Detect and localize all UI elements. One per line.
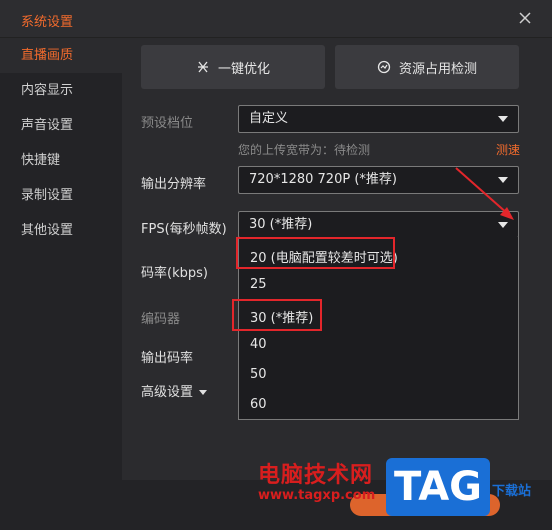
highlight-box-fps-20 xyxy=(236,237,395,269)
fps-value: 30 (*推荐) xyxy=(249,217,313,232)
close-icon[interactable] xyxy=(516,9,534,27)
sidebar-item-recording-settings[interactable]: 录制设置 xyxy=(0,178,122,213)
fps-option[interactable]: 25 xyxy=(250,277,267,292)
speed-test-link[interactable]: 测速 xyxy=(496,141,520,158)
encoder-label: 编码器 xyxy=(141,312,181,327)
optimize-icon xyxy=(197,61,208,73)
watermark-logo: TAG xyxy=(386,458,490,516)
output-bitrate-label: 输出码率 xyxy=(141,351,194,366)
resource-check-label: 资源占用检测 xyxy=(398,61,477,77)
caret-down-icon xyxy=(199,390,208,395)
highlight-box-fps-30 xyxy=(232,299,322,331)
resolution-value: 720*1280 720P (*推荐) xyxy=(249,172,397,187)
fps-option[interactable]: 40 xyxy=(250,337,267,352)
resource-monitor-icon xyxy=(377,60,391,74)
resolution-label: 输出分辨率 xyxy=(141,177,207,192)
sidebar-item-stream-quality[interactable]: 直播画质 xyxy=(0,38,122,73)
preset-value: 自定义 xyxy=(249,111,289,126)
chevron-down-icon xyxy=(498,116,508,122)
optimize-label: 一键优化 xyxy=(217,61,270,77)
sidebar-item-content-display[interactable]: 内容显示 xyxy=(0,73,122,108)
annotation-arrow-icon xyxy=(455,167,514,220)
window-title: 系统设置 xyxy=(21,15,74,30)
sidebar-item-shortcuts[interactable]: 快捷键 xyxy=(0,143,122,178)
advanced-settings-label: 高级设置 xyxy=(141,385,194,400)
one-click-optimize-button[interactable]: 一键优化 xyxy=(141,45,325,89)
sidebar-item-other-settings[interactable]: 其他设置 xyxy=(0,213,122,248)
watermark-side-text: 下载站 xyxy=(492,484,532,499)
bitrate-label: 码率(kbps) xyxy=(141,266,208,281)
advanced-settings-toggle[interactable]: 高级设置 xyxy=(141,381,208,400)
resource-usage-check-button[interactable]: 资源占用检测 xyxy=(335,45,519,89)
preset-label: 预设档位 xyxy=(141,116,194,131)
watermark-site-name: 电脑技术网 xyxy=(258,463,374,488)
title-bar: 系统设置 xyxy=(0,0,552,38)
sidebar-item-sound-settings[interactable]: 声音设置 xyxy=(0,108,122,143)
fps-option[interactable]: 60 xyxy=(250,397,267,412)
fps-option[interactable]: 50 xyxy=(250,367,267,382)
settings-sidebar: 直播画质 内容显示 声音设置 快捷键 录制设置 其他设置 xyxy=(0,38,122,480)
watermark-url: www.tagxp.com xyxy=(258,488,376,503)
preset-select[interactable]: 自定义 xyxy=(238,105,519,133)
fps-label: FPS(每秒帧数) xyxy=(141,222,227,237)
upload-bandwidth-hint: 您的上传宽带为：待检测 xyxy=(238,143,371,157)
